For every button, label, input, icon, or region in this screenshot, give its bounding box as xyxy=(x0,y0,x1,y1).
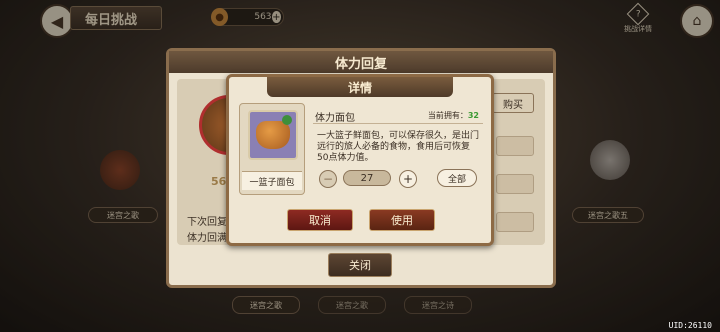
bread-basket-icon xyxy=(248,110,298,160)
detail-title: 详情 xyxy=(267,77,453,97)
item-card: 一篮子面包 xyxy=(239,103,305,195)
user-id: UID:26110 xyxy=(668,321,712,330)
use-item-button-behind xyxy=(496,212,534,232)
use-item-button-behind xyxy=(496,136,534,156)
use-item-button-behind xyxy=(496,174,534,194)
increase-button[interactable]: + xyxy=(399,170,417,188)
item-info-row: 体力面包 当前拥有：32 xyxy=(313,107,483,124)
cancel-button[interactable]: 取消 xyxy=(287,209,353,231)
select-all-button[interactable]: 全部 xyxy=(437,169,477,187)
item-description: 一大篮子鲜面包，可以保存很久，是出门远行的旅人必备的食物，食用后可恢复50点体力… xyxy=(317,131,480,163)
buy-button[interactable]: 购买 xyxy=(492,93,534,113)
stamina-recovery-title: 体力回复 xyxy=(169,51,553,73)
item-detail-dialog: 详情 一篮子面包 体力面包 当前拥有：32 一大篮子鲜面包，可以保存很久，是出门… xyxy=(226,74,494,246)
close-button[interactable]: 关闭 xyxy=(328,253,392,277)
plus-icon: + xyxy=(402,172,414,186)
item-title: 体力面包 xyxy=(315,113,355,124)
item-name: 一篮子面包 xyxy=(242,171,302,190)
decrease-button[interactable]: − xyxy=(319,170,337,188)
quantity-stepper: − 27 + 全部 xyxy=(313,168,483,190)
owned-count: 当前拥有：32 xyxy=(427,111,479,120)
use-button[interactable]: 使用 xyxy=(369,209,435,231)
minus-icon: − xyxy=(322,172,334,186)
quantity-value[interactable]: 27 xyxy=(343,170,391,186)
